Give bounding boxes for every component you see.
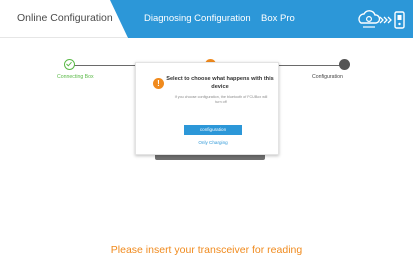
- dialog-description: If you choose configuration, the bluetoo…: [174, 95, 268, 104]
- dialog-title: Select to choose what happens with this …: [166, 76, 274, 90]
- connection-status: [357, 8, 409, 32]
- choose-mode-dialog: ! Select to choose what happens with thi…: [135, 62, 279, 155]
- step-pending-dot: [339, 59, 350, 70]
- configuration-button[interactable]: configuration: [184, 125, 242, 135]
- insert-transceiver-message: Please insert your transceiver for readi…: [110, 244, 303, 256]
- tab-box-pro[interactable]: Box Pro: [261, 13, 295, 24]
- tab-online-configuration[interactable]: Online Configuration: [0, 0, 128, 38]
- step-label-connecting-box: Connecting Box: [57, 74, 94, 80]
- top-nav-bar: Online Configuration Diagnosing Configur…: [0, 0, 413, 38]
- signal-arrows-icon: [379, 16, 392, 24]
- cloud-settings-icon: [358, 10, 381, 28]
- warning-icon: !: [153, 78, 164, 89]
- tab-online-configuration-label: Online Configuration: [17, 12, 113, 24]
- app-window: Online Configuration Diagnosing Configur…: [0, 0, 413, 273]
- only-charging-link[interactable]: Only Charging: [184, 140, 242, 145]
- tab-diagnosing-configuration[interactable]: Diagnosing Configuration: [144, 13, 251, 24]
- step-label-configuration: Configuration: [312, 74, 343, 80]
- device-icon: [394, 11, 405, 29]
- step-completed-check-icon: [64, 59, 75, 70]
